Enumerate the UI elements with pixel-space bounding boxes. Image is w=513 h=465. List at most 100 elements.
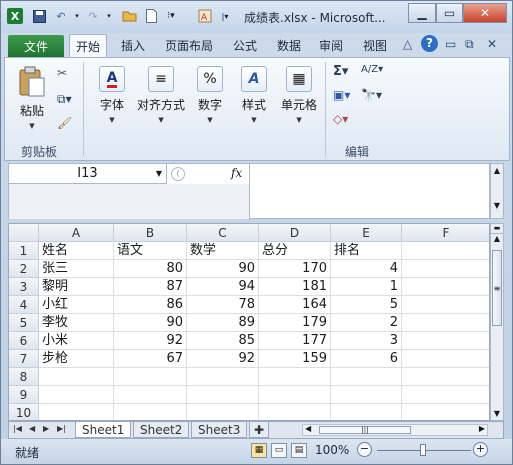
row-header[interactable]: 6 [9, 332, 39, 350]
scroll-down-icon[interactable]: ▼ [491, 201, 503, 210]
cell-b3[interactable]: 87 [114, 278, 187, 296]
cell-a5[interactable]: 李牧 [39, 314, 114, 332]
redo-dropdown-icon[interactable]: ▾ [101, 8, 117, 24]
cell-e3[interactable]: 1 [331, 278, 402, 296]
insert-function-icon[interactable]: fx [231, 166, 242, 180]
formula-bar-scroll[interactable]: ▲ ▼ [490, 163, 504, 219]
fill-icon[interactable]: ▣▾ [333, 88, 350, 102]
zoom-level[interactable]: 100% [315, 443, 349, 457]
column-header-a[interactable]: A [39, 224, 114, 242]
hscroll-thumb[interactable]: ||| [319, 426, 411, 434]
cell-c10[interactable] [187, 404, 259, 420]
cell-e1[interactable]: 排名 [331, 242, 402, 260]
cell-e6[interactable]: 3 [331, 332, 402, 350]
new-document-icon[interactable] [143, 8, 159, 24]
normal-view-icon[interactable]: ▦ [251, 443, 267, 458]
number-button[interactable]: % 数字 ▼ [197, 66, 223, 124]
cell-a1[interactable]: 姓名 [39, 242, 114, 260]
scroll-up-icon[interactable]: ▲ [491, 234, 503, 243]
column-header-d[interactable]: D [259, 224, 331, 242]
row-header[interactable]: 8 [9, 368, 39, 386]
cell-c3[interactable]: 94 [187, 278, 259, 296]
cell-c5[interactable]: 89 [187, 314, 259, 332]
row-header[interactable]: 2 [9, 260, 39, 278]
zoom-slider-thumb[interactable] [420, 444, 426, 456]
cell-c2[interactable]: 90 [187, 260, 259, 278]
next-sheet-icon[interactable]: ▶ [43, 424, 49, 433]
cell-f9[interactable] [402, 386, 489, 404]
row-header[interactable]: 4 [9, 296, 39, 314]
column-header-c[interactable]: C [187, 224, 259, 242]
cell-b7[interactable]: 67 [114, 350, 187, 368]
cell-b1[interactable]: 语文 [114, 242, 187, 260]
tab-data[interactable]: 数据 [277, 37, 301, 54]
qat-menu-icon[interactable]: |▾ [217, 8, 233, 24]
cell-d9[interactable] [259, 386, 331, 404]
open-folder-icon[interactable] [121, 8, 137, 24]
cell-d8[interactable] [259, 368, 331, 386]
maximize-button[interactable]: ▭ [436, 3, 463, 23]
cell-e10[interactable] [331, 404, 402, 420]
cell-b5[interactable]: 90 [114, 314, 187, 332]
column-header-f[interactable]: F [402, 224, 489, 242]
cell-a4[interactable]: 小红 [39, 296, 114, 314]
column-header-e[interactable]: E [331, 224, 402, 242]
scroll-thumb[interactable]: ≡ [492, 250, 502, 326]
row-header[interactable]: 3 [9, 278, 39, 296]
cell-a9[interactable] [39, 386, 114, 404]
sheet-tab-sheet2[interactable]: Sheet2 [133, 422, 190, 438]
zoom-in-icon[interactable]: + [473, 442, 488, 457]
cut-icon[interactable]: ✂ [57, 66, 67, 80]
autosum-icon[interactable]: Σ▾ [333, 64, 348, 79]
tab-view[interactable]: 视图 [363, 37, 387, 54]
horizontal-scrollbar[interactable]: ◀ ||| ▶ [302, 424, 488, 436]
cell-b6[interactable]: 92 [114, 332, 187, 350]
cells-button[interactable]: ▦ 单元格 ▼ [281, 66, 317, 124]
cell-d2[interactable]: 170 [259, 260, 331, 278]
cell-f3[interactable] [402, 278, 489, 296]
redo-icon[interactable]: ↷ [85, 8, 101, 24]
doc-restore-icon[interactable]: ⧉ [465, 37, 474, 52]
paste-button[interactable]: 粘贴 ▼ [17, 66, 47, 130]
format-painter-qat-icon[interactable]: A [197, 8, 213, 24]
scroll-up-icon[interactable]: ▲ [491, 166, 503, 175]
cell-f10[interactable] [402, 404, 489, 420]
scroll-down-icon[interactable]: ▼ [491, 409, 503, 418]
cell-a2[interactable]: 张三 [39, 260, 114, 278]
cell-d10[interactable] [259, 404, 331, 420]
tab-file[interactable]: 文件 [8, 35, 64, 57]
alignment-button[interactable]: ≡ 对齐方式 ▼ [137, 66, 185, 124]
font-button[interactable]: A 字体 ▼ [99, 66, 125, 124]
cell-d4[interactable]: 164 [259, 296, 331, 314]
page-layout-view-icon[interactable]: ▭ [271, 443, 287, 458]
cell-b2[interactable]: 80 [114, 260, 187, 278]
cell-b4[interactable]: 86 [114, 296, 187, 314]
cell-c9[interactable] [187, 386, 259, 404]
cell-e5[interactable]: 2 [331, 314, 402, 332]
sheet-tab-sheet3[interactable]: Sheet3 [191, 422, 248, 438]
cell-f5[interactable] [402, 314, 489, 332]
excel-app-icon[interactable]: X [7, 8, 23, 24]
cell-f7[interactable] [402, 350, 489, 368]
vertical-scrollbar[interactable]: ▬ ▲ ≡ ▼ [490, 223, 504, 421]
cell-e7[interactable]: 6 [331, 350, 402, 368]
column-header-b[interactable]: B [114, 224, 187, 242]
cell-a6[interactable]: 小米 [39, 332, 114, 350]
cell-c1[interactable]: 数学 [187, 242, 259, 260]
cell-c6[interactable]: 85 [187, 332, 259, 350]
row-header[interactable]: 10 [9, 404, 39, 420]
cell-f1[interactable] [402, 242, 489, 260]
prev-sheet-icon[interactable]: ◀ [29, 424, 35, 433]
formula-expand-icon[interactable]: ( [171, 167, 185, 181]
split-box[interactable]: ▬ [491, 224, 503, 234]
select-all-corner[interactable] [9, 224, 39, 242]
cell-e8[interactable] [331, 368, 402, 386]
copy-icon[interactable]: ⧉▾ [57, 92, 72, 107]
cell-a3[interactable]: 黎明 [39, 278, 114, 296]
close-button[interactable]: ✕ [463, 3, 507, 23]
cell-a7[interactable]: 步枪 [39, 350, 114, 368]
cell-d3[interactable]: 181 [259, 278, 331, 296]
clear-icon[interactable]: ◇▾ [333, 112, 348, 126]
cell-b10[interactable] [114, 404, 187, 420]
cell-f6[interactable] [402, 332, 489, 350]
